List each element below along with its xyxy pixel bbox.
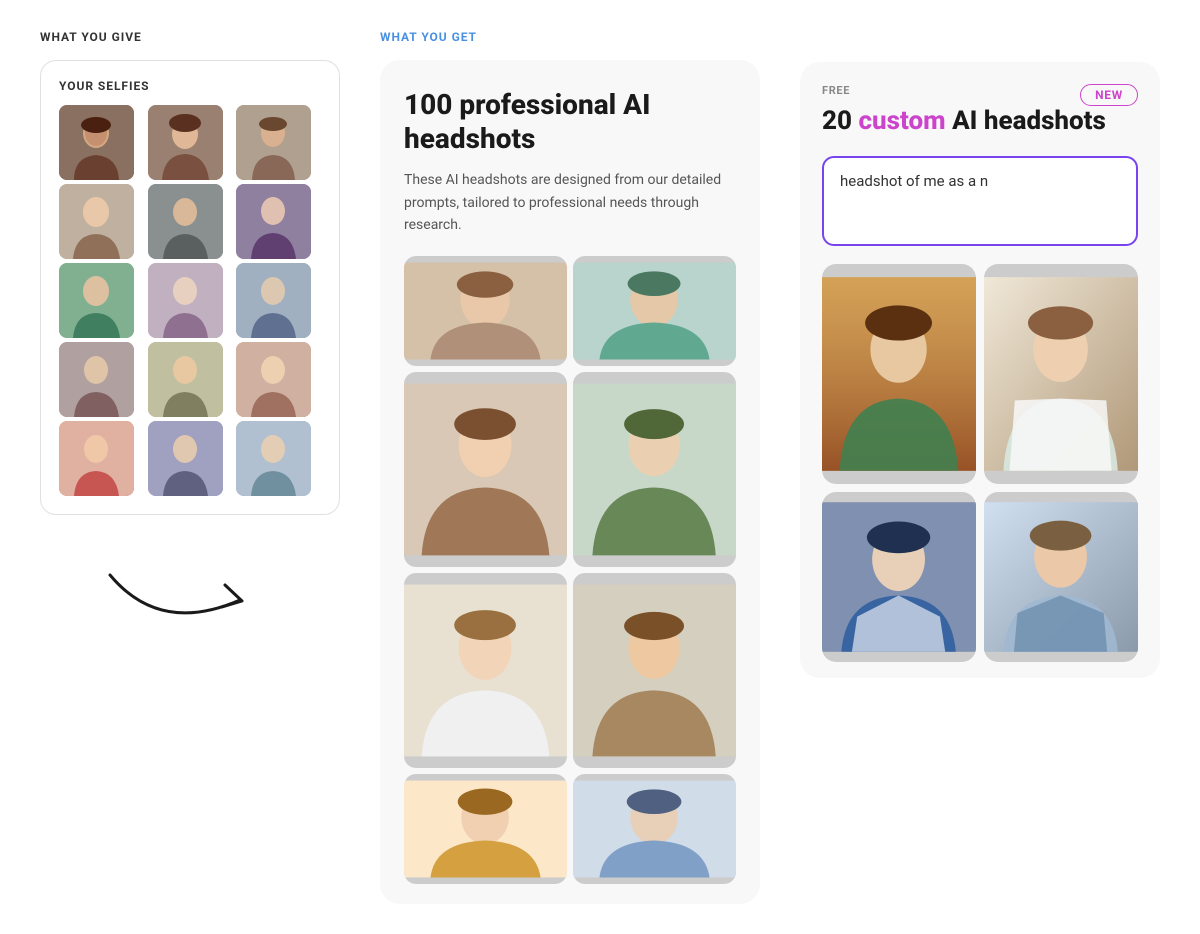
selfie-photo-13: [59, 421, 134, 496]
right-card: FREE NEW 20 custom AI headshots: [800, 62, 1160, 678]
selfie-photo-8: [148, 263, 223, 338]
new-badge: NEW: [1080, 84, 1138, 106]
selfie-photo-1: [59, 105, 134, 180]
selfie-photo-14: [148, 421, 223, 496]
middle-section-label: WHAT YOU GET: [380, 30, 760, 44]
custom-photo-3: [822, 492, 976, 662]
title-custom: custom: [858, 106, 945, 136]
right-spacer: [800, 30, 1160, 62]
middle-card: 100 professional AI headshots These AI h…: [380, 60, 760, 904]
custom-photo-2: [984, 264, 1138, 484]
selfie-photo-10: [59, 342, 134, 417]
left-section-label: WHAT YOU GIVE: [40, 30, 340, 44]
arrow-icon: [100, 565, 260, 635]
right-card-title: 20 custom AI headshots: [822, 105, 1138, 138]
selfie-photo-5: [148, 184, 223, 259]
selfie-photo-7: [59, 263, 134, 338]
selfie-photo-12: [236, 342, 311, 417]
prompt-input[interactable]: [822, 156, 1138, 246]
selfie-photo-9: [236, 263, 311, 338]
middle-card-title: 100 professional AI headshots: [404, 88, 736, 155]
selfie-photo-15: [236, 421, 311, 496]
headshot-4: [573, 372, 736, 567]
selfie-photo-6: [236, 184, 311, 259]
custom-photos-grid: [822, 264, 1138, 662]
title-number: 20: [822, 106, 858, 136]
headshot-7: [404, 774, 567, 884]
selfies-title: YOUR SELFIES: [59, 79, 321, 93]
headshot-8: [573, 774, 736, 884]
selfie-photo-2: [148, 105, 223, 180]
headshot-6: [573, 573, 736, 768]
right-column: FREE NEW 20 custom AI headshots: [800, 30, 1160, 904]
headshot-1: [404, 256, 567, 366]
title-end: AI headshots: [946, 106, 1106, 136]
middle-card-description: These AI headshots are designed from our…: [404, 169, 736, 236]
main-container: WHAT YOU GIVE YOUR SELFIES: [0, 0, 1200, 934]
middle-column: WHAT YOU GET 100 professional AI headsho…: [380, 30, 760, 904]
custom-photo-4: [984, 492, 1138, 662]
selfie-photo-4: [59, 184, 134, 259]
left-column: WHAT YOU GIVE YOUR SELFIES: [40, 30, 340, 904]
headshot-3: [404, 372, 567, 567]
custom-photo-1: [822, 264, 976, 484]
headshot-5: [404, 573, 567, 768]
selfies-grid: [59, 105, 321, 496]
headshot-2: [573, 256, 736, 366]
selfies-box: YOUR SELFIES: [40, 60, 340, 515]
headshots-grid: [404, 256, 736, 884]
arrow-container: [40, 565, 340, 635]
selfie-photo-11: [148, 342, 223, 417]
selfie-photo-3: [236, 105, 311, 180]
